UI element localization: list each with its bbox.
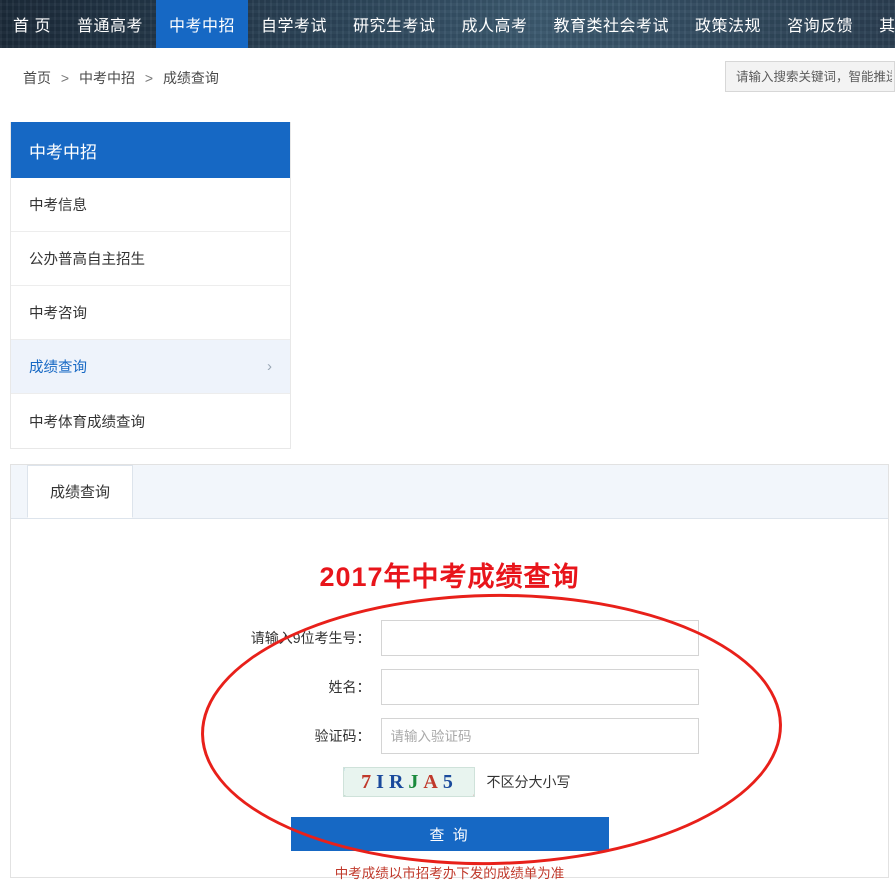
tab-score-query[interactable]: 成绩查询 [27,465,134,518]
nav-item-social-exam[interactable]: 教育类社会考试 [541,0,683,48]
captcha-input[interactable] [380,718,699,754]
exam-number-input[interactable] [380,620,699,656]
query-submit-button[interactable]: 查 询 [290,817,609,851]
sidebar-item-label: 中考体育成绩查询 [29,414,145,431]
nav-item-other[interactable]: 其他 [866,0,895,48]
score-query-form: 请输入9位考生号： 姓名： 验证码： 7 I R J A 5 [11,620,888,882]
breadcrumb: 首页 > 中考中招 > 成绩查询 [23,68,219,88]
sidebar-item-pe-score-query[interactable]: 中考体育成绩查询 [11,394,290,448]
captcha-char: A [423,770,441,793]
sidebar-item-label: 成绩查询 [29,360,87,376]
breadcrumb-item-score-query[interactable]: 成绩查询 [163,70,219,86]
form-row-exam-number: 请输入9位考生号： [11,620,888,656]
sidebar-item-score-query[interactable]: 成绩查询 › [11,340,290,394]
submit-row: 查 询 [11,817,888,851]
breadcrumb-row: 首页 > 中考中招 > 成绩查询 [0,48,895,106]
sidebar-item-consultation[interactable]: 中考咨询 [11,286,290,340]
captcha-char: J [408,770,422,793]
nav-item-adult-gaokao[interactable]: 成人高考 [449,0,541,48]
form-title: 2017年中考成绩查询 [319,562,580,592]
form-footnote: 中考成绩以市招考办下发的成绩单为准 [334,866,565,881]
form-row-captcha: 验证码： [11,718,888,754]
breadcrumb-separator: > [144,70,154,86]
captcha-char: I [376,770,387,793]
sidebar-item-label: 中考信息 [29,198,87,214]
panel-body: 2017年中考成绩查询 请输入9位考生号： 姓名： 验证码： 7 I R J [11,519,888,881]
score-query-panel: 成绩查询 2017年中考成绩查询 请输入9位考生号： 姓名： 验证码： 7 I … [10,464,889,881]
name-input[interactable] [380,669,699,705]
search-box[interactable] [725,61,895,92]
name-label: 姓名： [328,679,371,695]
captcha-row: 7 I R J A 5 不区分大小写 [25,767,888,797]
breadcrumb-item-zhongkao[interactable]: 中考中招 [79,70,135,86]
sidebar-item-zhongkao-info[interactable]: 中考信息 [11,178,290,232]
captcha-char: R [388,770,407,793]
nav-item-home[interactable]: 首 页 [0,0,64,48]
captcha-char: 7 [361,770,375,793]
nav-item-feedback[interactable]: 咨询反馈 [774,0,866,48]
sidebar: 中考中招 中考信息 公办普高自主招生 中考咨询 成绩查询 › 中考体育成绩查询 [10,122,291,449]
captcha-char: 5 [442,770,456,793]
sidebar-item-independent-enrollment[interactable]: 公办普高自主招生 [11,232,290,286]
chevron-right-icon: › [267,358,272,375]
sidebar-item-label: 中考咨询 [29,306,87,322]
captcha-label: 验证码： [314,728,371,744]
top-navigation-bar: 首 页 普通高考 中考中招 自学考试 研究生考试 成人高考 教育类社会考试 政策… [0,0,895,48]
search-input[interactable] [734,68,894,85]
nav-item-gaokao[interactable]: 普通高考 [64,0,156,48]
nav-item-zhongkao[interactable]: 中考中招 [155,0,248,48]
nav-item-graduate-exam[interactable]: 研究生考试 [340,0,449,48]
exam-number-label: 请输入9位考生号： [250,630,371,646]
form-row-name: 姓名： [11,669,888,705]
breadcrumb-separator: > [60,70,70,86]
panel-tab-bar: 成绩查询 [11,465,888,519]
nav-item-self-study-exam[interactable]: 自学考试 [248,0,340,48]
captcha-image[interactable]: 7 I R J A 5 [342,767,475,797]
sidebar-item-label: 公办普高自主招生 [29,252,145,268]
breadcrumb-item-home[interactable]: 首页 [23,70,51,86]
sidebar-title: 中考中招 [11,122,290,178]
nav-item-policy[interactable]: 政策法规 [682,0,774,48]
captcha-note: 不区分大小写 [486,774,571,790]
